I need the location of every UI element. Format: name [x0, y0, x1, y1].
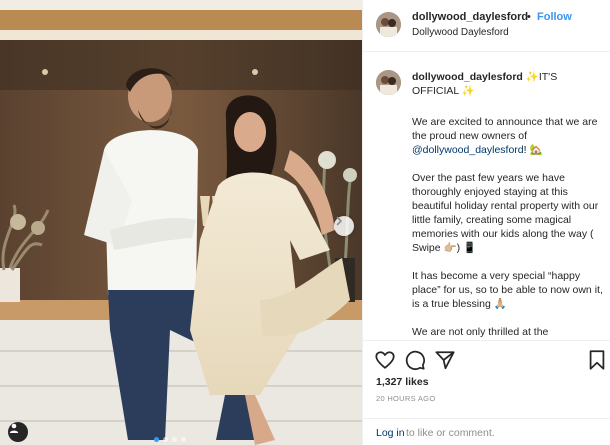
- caption-headline: dollywood_daylesford ✨IT'S OFFICIAL ✨: [412, 70, 600, 98]
- location-link[interactable]: Dollywood Daylesford: [412, 27, 509, 38]
- post-header: dollywood_daylesford • Follow Dollywood …: [363, 0, 610, 52]
- next-slide-button[interactable]: [334, 216, 354, 236]
- header-username-link[interactable]: dollywood_daylesford: [412, 11, 528, 23]
- user-tag-icon: [9, 423, 19, 433]
- post-details-pane: dollywood_daylesford • Follow Dollywood …: [362, 0, 610, 445]
- save-button[interactable]: [586, 349, 608, 371]
- post-caption: dollywood_daylesford ✨IT'S OFFICIAL ✨ We…: [363, 53, 610, 340]
- header-separator: •: [527, 11, 531, 23]
- caption-username-link[interactable]: dollywood_daylesford: [412, 71, 523, 83]
- avatar-image: [376, 70, 401, 95]
- carousel-dot: [181, 437, 186, 442]
- likes-count[interactable]: 1,327 likes: [376, 376, 429, 388]
- heart-icon: [375, 351, 395, 369]
- caption-text: We are excited to announce that we are t…: [412, 116, 598, 142]
- avatar[interactable]: [376, 12, 401, 37]
- caption-paragraph: We are excited to announce that we are t…: [412, 115, 604, 157]
- photo-illustration: [0, 0, 362, 445]
- caption-text: We are not only thrilled at the: [412, 326, 549, 338]
- caption-text: ! 🏡: [523, 144, 543, 156]
- comment-bar: Log in to like or comment.: [363, 418, 610, 445]
- tagged-users-button[interactable]: [8, 422, 28, 442]
- carousel-dot: [163, 437, 168, 442]
- login-link[interactable]: Log in: [376, 427, 405, 439]
- caption-text: It has become a very special “happy plac…: [412, 270, 603, 310]
- caption-body: We are excited to announce that we are t…: [412, 115, 604, 340]
- bookmark-icon: [589, 350, 605, 370]
- post-actions: 1,327 likes 20 HOURS AGO Log in to like …: [363, 340, 610, 445]
- login-prompt-text: to like or comment.: [406, 427, 495, 439]
- post-photo[interactable]: [0, 0, 362, 445]
- follow-button[interactable]: Follow: [537, 11, 572, 23]
- share-icon: [435, 351, 455, 370]
- post-timestamp[interactable]: 20 HOURS AGO: [376, 394, 435, 403]
- caption-text: Over the past few years we have thorough…: [412, 172, 599, 254]
- caption-paragraph: We are not only thrilled at the: [412, 325, 604, 339]
- share-button[interactable]: [434, 349, 456, 371]
- carousel-dot: [172, 437, 177, 442]
- caption-paragraph: Over the past few years we have thorough…: [412, 171, 604, 255]
- like-button[interactable]: [374, 349, 396, 371]
- carousel-indicator: [154, 437, 186, 442]
- chevron-right-icon: [336, 216, 342, 226]
- mention-link[interactable]: @dollywood_daylesford: [412, 144, 524, 156]
- caption-avatar[interactable]: [376, 70, 401, 95]
- carousel-dot: [154, 437, 159, 442]
- caption-paragraph: It has become a very special “happy plac…: [412, 269, 604, 311]
- comment-icon: [405, 350, 425, 370]
- comment-button[interactable]: [404, 349, 426, 371]
- avatar-image: [376, 12, 401, 37]
